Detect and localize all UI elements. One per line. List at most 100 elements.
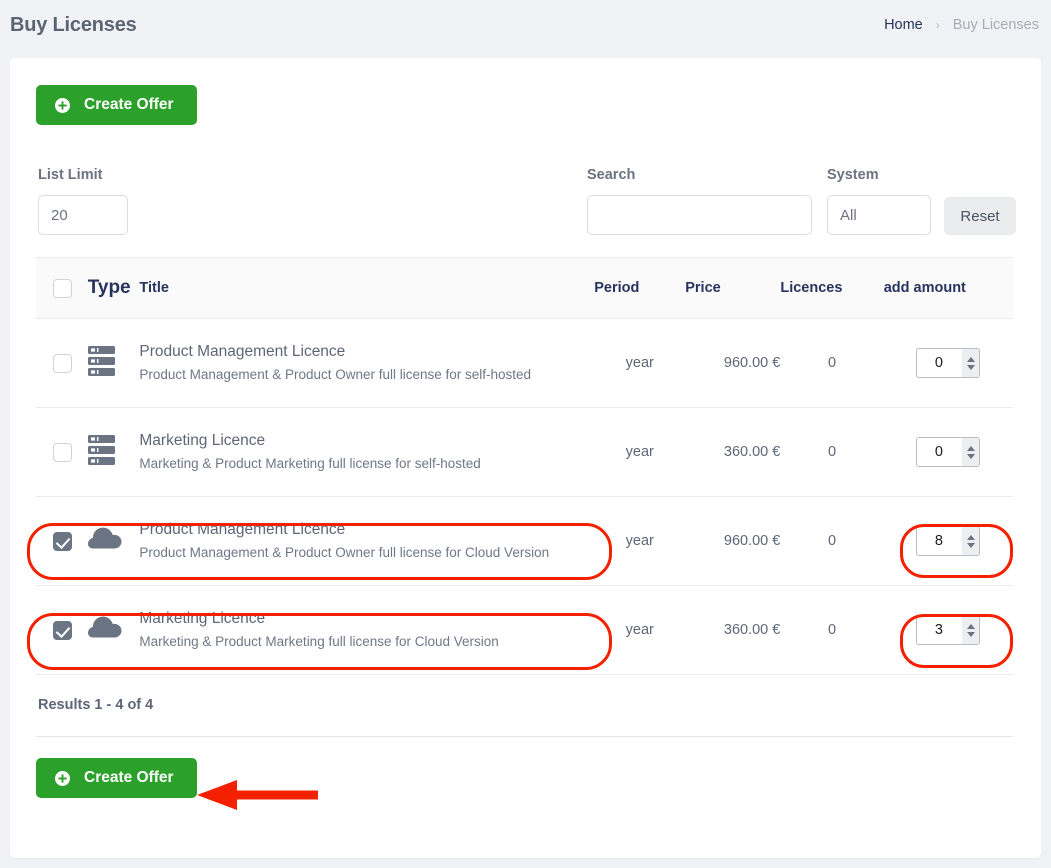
row-period: year [594, 407, 686, 497]
row-licences: 0 [780, 585, 884, 675]
row-select-cell [36, 585, 88, 675]
table-header-row: Type Title Period Price Licences add amo… [36, 257, 1013, 319]
stepper-arrows[interactable] [962, 616, 980, 644]
stepper-up-icon[interactable] [966, 445, 975, 451]
row-type-cell [87, 407, 140, 497]
reset-button[interactable]: Reset [944, 197, 1016, 235]
results-count: Results 1 - 4 of 4 [38, 697, 154, 713]
row-checkbox[interactable] [53, 353, 72, 373]
row-title-cell: Product Management Licence Product Manag… [139, 496, 595, 586]
row-price: 960.00 € [685, 496, 781, 586]
system-label: System [827, 167, 879, 183]
select-all-header [36, 257, 88, 319]
search-group: Search [587, 167, 812, 235]
row-select-cell [36, 496, 88, 586]
amount-stepper[interactable]: 0 [916, 348, 981, 378]
create-offer-button-bottom[interactable]: Create Offer [36, 758, 197, 798]
table-row[interactable]: Product Management Licence Product Manag… [36, 318, 1013, 408]
row-type-cell [87, 496, 140, 586]
row-subtitle: Marketing & Product Marketing full licen… [139, 633, 499, 649]
list-limit-group: List Limit [38, 167, 128, 235]
stepper-down-icon[interactable] [966, 631, 975, 637]
chevron-right-icon: › [935, 18, 940, 32]
column-header-licences[interactable]: Licences [780, 257, 884, 319]
row-checkbox[interactable] [53, 442, 72, 462]
list-limit-input[interactable] [38, 195, 128, 235]
stepper-up-icon[interactable] [966, 356, 975, 362]
list-limit-label: List Limit [38, 167, 103, 183]
create-offer-label-top: Create Offer [84, 96, 174, 113]
amount-stepper[interactable]: 3 [916, 615, 981, 645]
column-header-add-amount[interactable]: add amount [883, 257, 1013, 319]
create-offer-button-top[interactable]: Create Offer [36, 85, 197, 125]
stepper-down-icon[interactable] [966, 542, 975, 548]
row-subtitle: Product Management & Product Owner full … [139, 366, 532, 382]
search-label: Search [587, 167, 636, 183]
filter-bar: List Limit Search System Reset [36, 167, 1016, 235]
row-amount-cell: 3 [883, 585, 1013, 675]
search-input[interactable] [587, 195, 812, 235]
row-amount-cell: 8 [883, 496, 1013, 586]
content-card: Create Offer List Limit Search System Re… [10, 58, 1041, 858]
row-title-cell: Product Management Licence Product Manag… [139, 318, 595, 408]
column-header-price[interactable]: Price [685, 257, 781, 319]
footer-actions: Create Offer [36, 758, 1016, 798]
row-price: 960.00 € [685, 318, 781, 408]
table-row[interactable]: Product Management Licence Product Manag… [36, 496, 1013, 586]
amount-stepper[interactable]: 8 [916, 526, 981, 556]
page-header: Buy Licenses Home › Buy Licenses [0, 0, 1051, 50]
row-checkbox[interactable] [53, 620, 72, 640]
row-checkbox[interactable] [53, 531, 72, 551]
breadcrumb-home-link[interactable]: Home [884, 17, 923, 33]
row-amount-cell: 0 [883, 318, 1013, 408]
breadcrumb-current: Buy Licenses [952, 17, 1039, 33]
stepper-arrows[interactable] [962, 527, 980, 555]
stepper-up-icon[interactable] [966, 534, 975, 540]
row-title-cell: Marketing Licence Marketing & Product Ma… [139, 407, 595, 497]
row-select-cell [36, 318, 88, 408]
row-price: 360.00 € [685, 585, 781, 675]
stepper-down-icon[interactable] [966, 364, 975, 370]
amount-stepper[interactable]: 0 [916, 437, 981, 467]
stepper-arrows[interactable] [962, 349, 980, 377]
column-header-title[interactable]: Title [139, 257, 595, 319]
row-subtitle: Marketing & Product Marketing full licen… [139, 455, 481, 471]
amount-value[interactable]: 0 [917, 438, 962, 466]
server-icon [87, 345, 140, 381]
amount-value[interactable]: 0 [917, 349, 962, 377]
page-title: Buy Licenses [10, 13, 137, 36]
row-type-cell [87, 318, 140, 408]
amount-value[interactable]: 3 [917, 616, 962, 644]
cloud-icon [87, 527, 140, 555]
column-header-period[interactable]: Period [594, 257, 686, 319]
stepper-up-icon[interactable] [966, 623, 975, 629]
column-header-type[interactable]: Type [87, 257, 140, 319]
system-select[interactable] [827, 195, 931, 235]
server-icon [87, 434, 140, 470]
row-title: Marketing Licence [139, 609, 266, 627]
cloud-icon [87, 616, 140, 644]
breadcrumb: Home › Buy Licenses [884, 17, 1039, 33]
select-all-checkbox[interactable] [53, 278, 72, 298]
create-offer-label-bottom: Create Offer [84, 769, 174, 786]
row-licences: 0 [780, 407, 884, 497]
row-licences: 0 [780, 318, 884, 408]
table-row[interactable]: Marketing Licence Marketing & Product Ma… [36, 585, 1013, 675]
plus-circle-icon [55, 770, 70, 786]
table-row[interactable]: Marketing Licence Marketing & Product Ma… [36, 407, 1013, 497]
row-period: year [594, 318, 686, 408]
stepper-down-icon[interactable] [966, 453, 975, 459]
plus-circle-icon [55, 97, 70, 113]
table-header: Type Title Period Price Licences add amo… [36, 257, 1013, 319]
row-title: Product Management Licence [139, 520, 346, 538]
row-price: 360.00 € [685, 407, 781, 497]
row-amount-cell: 0 [883, 407, 1013, 497]
row-title: Marketing Licence [139, 431, 266, 449]
row-subtitle: Product Management & Product Owner full … [139, 544, 550, 560]
amount-value[interactable]: 8 [917, 527, 962, 555]
footer-divider [36, 736, 1013, 737]
row-period: year [594, 496, 686, 586]
stepper-arrows[interactable] [962, 438, 980, 466]
row-licences: 0 [780, 496, 884, 586]
row-title-cell: Marketing Licence Marketing & Product Ma… [139, 585, 595, 675]
